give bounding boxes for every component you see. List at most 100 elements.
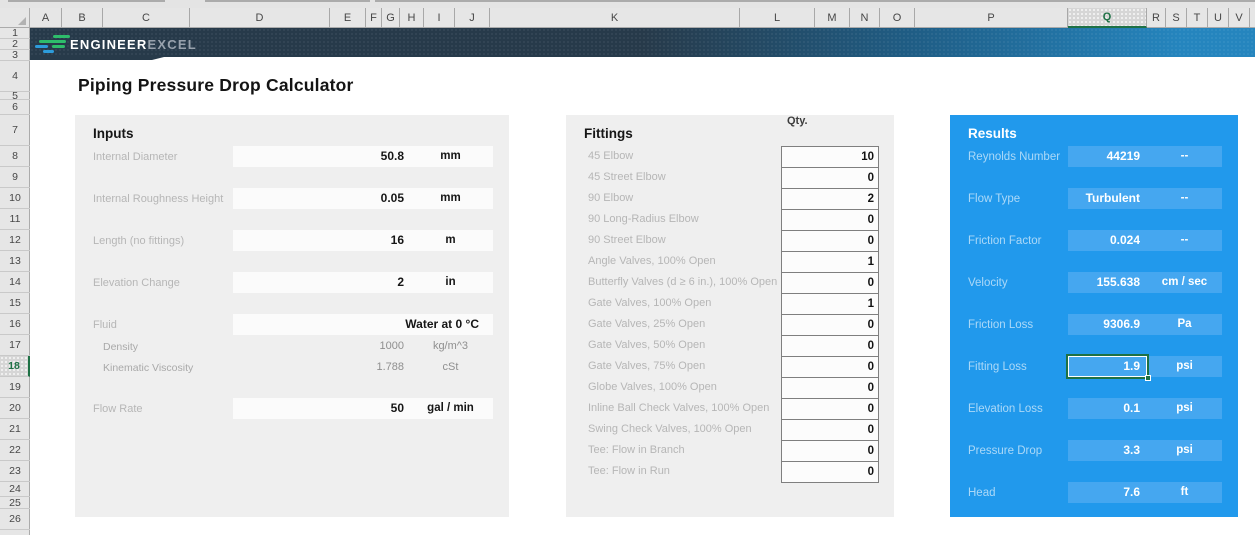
fluid-value-cell[interactable]: Water at 0 °C xyxy=(233,314,493,335)
result-unit: psi xyxy=(1176,360,1193,372)
col-header-M[interactable]: M xyxy=(815,8,850,28)
flow-rate-value-cell[interactable]: 50 gal / min xyxy=(233,398,493,419)
fluid-prop-label: Density xyxy=(103,340,139,353)
result-value: 3.3 xyxy=(1123,443,1140,457)
col-header-U[interactable]: U xyxy=(1208,8,1229,28)
fitting-label: Inline Ball Check Valves, 100% Open xyxy=(588,402,770,414)
row-header-24[interactable]: 24 xyxy=(0,482,30,497)
fitting-qty-cell[interactable]: 0 xyxy=(781,440,879,462)
result-value-cell[interactable]: 0.1 psi xyxy=(1068,398,1222,419)
fitting-qty-cell[interactable]: 0 xyxy=(781,314,879,336)
select-all-corner[interactable] xyxy=(0,8,30,28)
fitting-qty-cell[interactable]: 0 xyxy=(781,209,879,231)
fluid-prop-value: 1.788 xyxy=(376,361,404,373)
col-header-J[interactable]: J xyxy=(455,8,490,28)
fitting-qty-cell[interactable]: 1 xyxy=(781,251,879,273)
row-header-6[interactable]: 6 xyxy=(0,100,30,115)
result-unit: psi xyxy=(1176,402,1193,414)
fitting-label: Globe Valves, 100% Open xyxy=(588,381,717,393)
col-header-L[interactable]: L xyxy=(740,8,815,28)
result-label: Friction Factor xyxy=(968,234,1042,247)
row-header-9[interactable]: 9 xyxy=(0,167,30,188)
row-header-14[interactable]: 14 xyxy=(0,272,30,293)
col-header-G[interactable]: G xyxy=(382,8,400,28)
fitting-qty-cell[interactable]: 0 xyxy=(781,272,879,294)
row-header-5[interactable]: 5 xyxy=(0,90,30,102)
col-header-Q[interactable]: Q xyxy=(1068,8,1147,28)
row-header-11[interactable]: 11 xyxy=(0,209,30,230)
col-header-R[interactable]: R xyxy=(1147,8,1166,28)
col-header-C[interactable]: C xyxy=(103,8,190,28)
input-value-cell[interactable]: 2 in xyxy=(233,272,493,293)
result-value-cell[interactable]: 7.6 ft xyxy=(1068,482,1222,503)
col-header-I[interactable]: I xyxy=(424,8,455,28)
row-header-18[interactable]: 18 xyxy=(0,356,30,377)
col-header-F[interactable]: F xyxy=(366,8,382,28)
row-header-22[interactable]: 22 xyxy=(0,440,30,461)
row-header-16[interactable]: 16 xyxy=(0,314,30,335)
col-header-O[interactable]: O xyxy=(880,8,915,28)
col-header-P[interactable]: P xyxy=(915,8,1068,28)
fitting-qty-cell[interactable]: 2 xyxy=(781,188,879,210)
result-value-cell[interactable]: 1.9 psi xyxy=(1068,356,1222,377)
col-header-B[interactable]: B xyxy=(62,8,103,28)
row-header-3[interactable]: 3 xyxy=(0,49,30,61)
formula-bar-strip xyxy=(0,0,1255,8)
row-header-21[interactable]: 21 xyxy=(0,419,30,440)
row-header-10[interactable]: 10 xyxy=(0,188,30,209)
row-header-4[interactable]: 4 xyxy=(0,61,30,92)
fitting-qty-cell[interactable]: 0 xyxy=(781,398,879,420)
col-header-K[interactable]: K xyxy=(490,8,740,28)
fitting-qty-cell[interactable]: 0 xyxy=(781,335,879,357)
fluid-prop-value: 1000 xyxy=(379,340,404,352)
result-value-cell[interactable]: 0.024 -- xyxy=(1068,230,1222,251)
row-header-26[interactable]: 26 xyxy=(0,509,30,530)
result-value-cell[interactable]: 3.3 psi xyxy=(1068,440,1222,461)
result-value: 9306.9 xyxy=(1103,317,1140,331)
result-value-cell[interactable]: 9306.9 Pa xyxy=(1068,314,1222,335)
col-header-S[interactable]: S xyxy=(1166,8,1187,28)
fitting-label: Tee: Flow in Branch xyxy=(588,444,685,456)
flow-rate-unit: gal / min xyxy=(427,402,474,414)
fitting-label: Gate Valves, 25% Open xyxy=(588,318,706,330)
col-header-E[interactable]: E xyxy=(330,8,366,28)
fitting-qty-cell[interactable]: 0 xyxy=(781,419,879,441)
row-header-17[interactable]: 17 xyxy=(0,335,30,356)
row-header-12[interactable]: 12 xyxy=(0,230,30,251)
row-header-13[interactable]: 13 xyxy=(0,251,30,272)
row-header-25[interactable]: 25 xyxy=(0,497,30,509)
result-value: 7.6 xyxy=(1123,485,1140,499)
input-value-cell[interactable]: 0.05 mm xyxy=(233,188,493,209)
col-header-V[interactable]: V xyxy=(1229,8,1250,28)
result-label: Fitting Loss xyxy=(968,360,1027,373)
col-header-T[interactable]: T xyxy=(1187,8,1208,28)
fluid-prop-unit: kg/m^3 xyxy=(432,340,469,352)
input-value-cell[interactable]: 50.8 mm xyxy=(233,146,493,167)
fitting-qty-cell[interactable]: 0 xyxy=(781,356,879,378)
fitting-qty-cell[interactable]: 1 xyxy=(781,293,879,315)
row-header-19[interactable]: 19 xyxy=(0,377,30,398)
row-header-15[interactable]: 15 xyxy=(0,293,30,314)
fitting-qty-cell[interactable]: 0 xyxy=(781,167,879,189)
row-header-20[interactable]: 20 xyxy=(0,398,30,419)
result-value-cell[interactable]: Turbulent -- xyxy=(1068,188,1222,209)
col-header-H[interactable]: H xyxy=(400,8,424,28)
col-header-D[interactable]: D xyxy=(190,8,330,28)
row-header-23[interactable]: 23 xyxy=(0,461,30,482)
fitting-qty-cell[interactable]: 0 xyxy=(781,230,879,252)
result-value-cell[interactable]: 44219 -- xyxy=(1068,146,1222,167)
fitting-qty-cell[interactable]: 10 xyxy=(781,146,879,168)
input-value-cell[interactable]: 16 m xyxy=(233,230,493,251)
inputs-panel-title: Inputs xyxy=(93,126,134,141)
results-panel-title: Results xyxy=(968,126,1017,141)
row-header-7[interactable]: 7 xyxy=(0,115,30,146)
fitting-label: Gate Valves, 50% Open xyxy=(588,339,706,351)
result-value-cell[interactable]: 155.638 cm / sec xyxy=(1068,272,1222,293)
col-header-N[interactable]: N xyxy=(850,8,880,28)
fitting-label: Gate Valves, 75% Open xyxy=(588,360,706,372)
fitting-label: Angle Valves, 100% Open xyxy=(588,255,716,267)
row-header-8[interactable]: 8 xyxy=(0,146,30,167)
fitting-qty-cell[interactable]: 0 xyxy=(781,461,879,483)
col-header-A[interactable]: A xyxy=(30,8,62,28)
fitting-qty-cell[interactable]: 0 xyxy=(781,377,879,399)
